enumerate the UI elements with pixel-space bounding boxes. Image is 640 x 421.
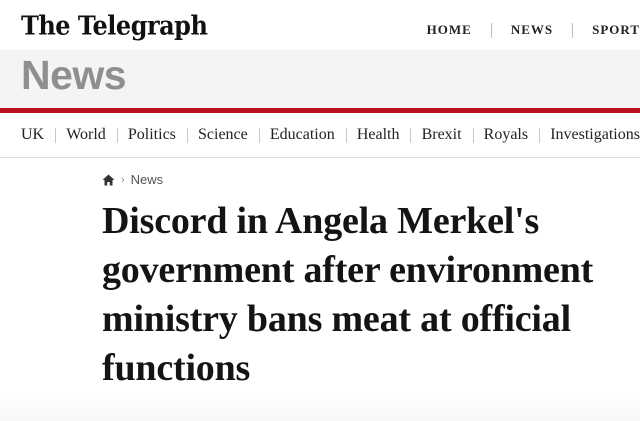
subnav-item-uk[interactable]: UK bbox=[21, 126, 44, 144]
top-nav: HOME NEWS SPORT bbox=[427, 21, 640, 39]
breadcrumb: › News bbox=[102, 172, 163, 187]
subnav-item-brexit[interactable]: Brexit bbox=[422, 126, 462, 144]
subnav-item-education[interactable]: Education bbox=[270, 126, 335, 144]
article-headline: Discord in Angela Merkel's government af… bbox=[102, 200, 594, 389]
chevron-right-icon: › bbox=[121, 173, 125, 186]
subnav-item-science[interactable]: Science bbox=[198, 126, 248, 144]
top-nav-sport[interactable]: SPORT bbox=[592, 22, 640, 38]
breadcrumb-current[interactable]: News bbox=[131, 172, 164, 187]
subnav-item-investigations[interactable]: Investigations bbox=[550, 126, 640, 144]
nav-divider bbox=[490, 22, 492, 38]
top-nav-home[interactable]: HOME bbox=[427, 22, 472, 38]
top-nav-news[interactable]: NEWS bbox=[511, 22, 553, 38]
subnav-item-world[interactable]: World bbox=[66, 126, 106, 144]
telegraph-logo[interactable]: The Telegraph bbox=[21, 10, 208, 41]
page-fade bbox=[0, 395, 640, 421]
home-icon[interactable] bbox=[102, 174, 115, 186]
subnav-item-politics[interactable]: Politics bbox=[128, 126, 176, 144]
subnav-item-royals[interactable]: Royals bbox=[484, 126, 528, 144]
nav-divider bbox=[572, 22, 574, 38]
masthead-bar: The Telegraph HOME NEWS SPORT bbox=[0, 0, 640, 50]
section-title[interactable]: News bbox=[21, 52, 127, 99]
section-subnav: UK World Politics Science Education Heal… bbox=[0, 113, 640, 158]
subnav-item-health[interactable]: Health bbox=[357, 126, 400, 144]
